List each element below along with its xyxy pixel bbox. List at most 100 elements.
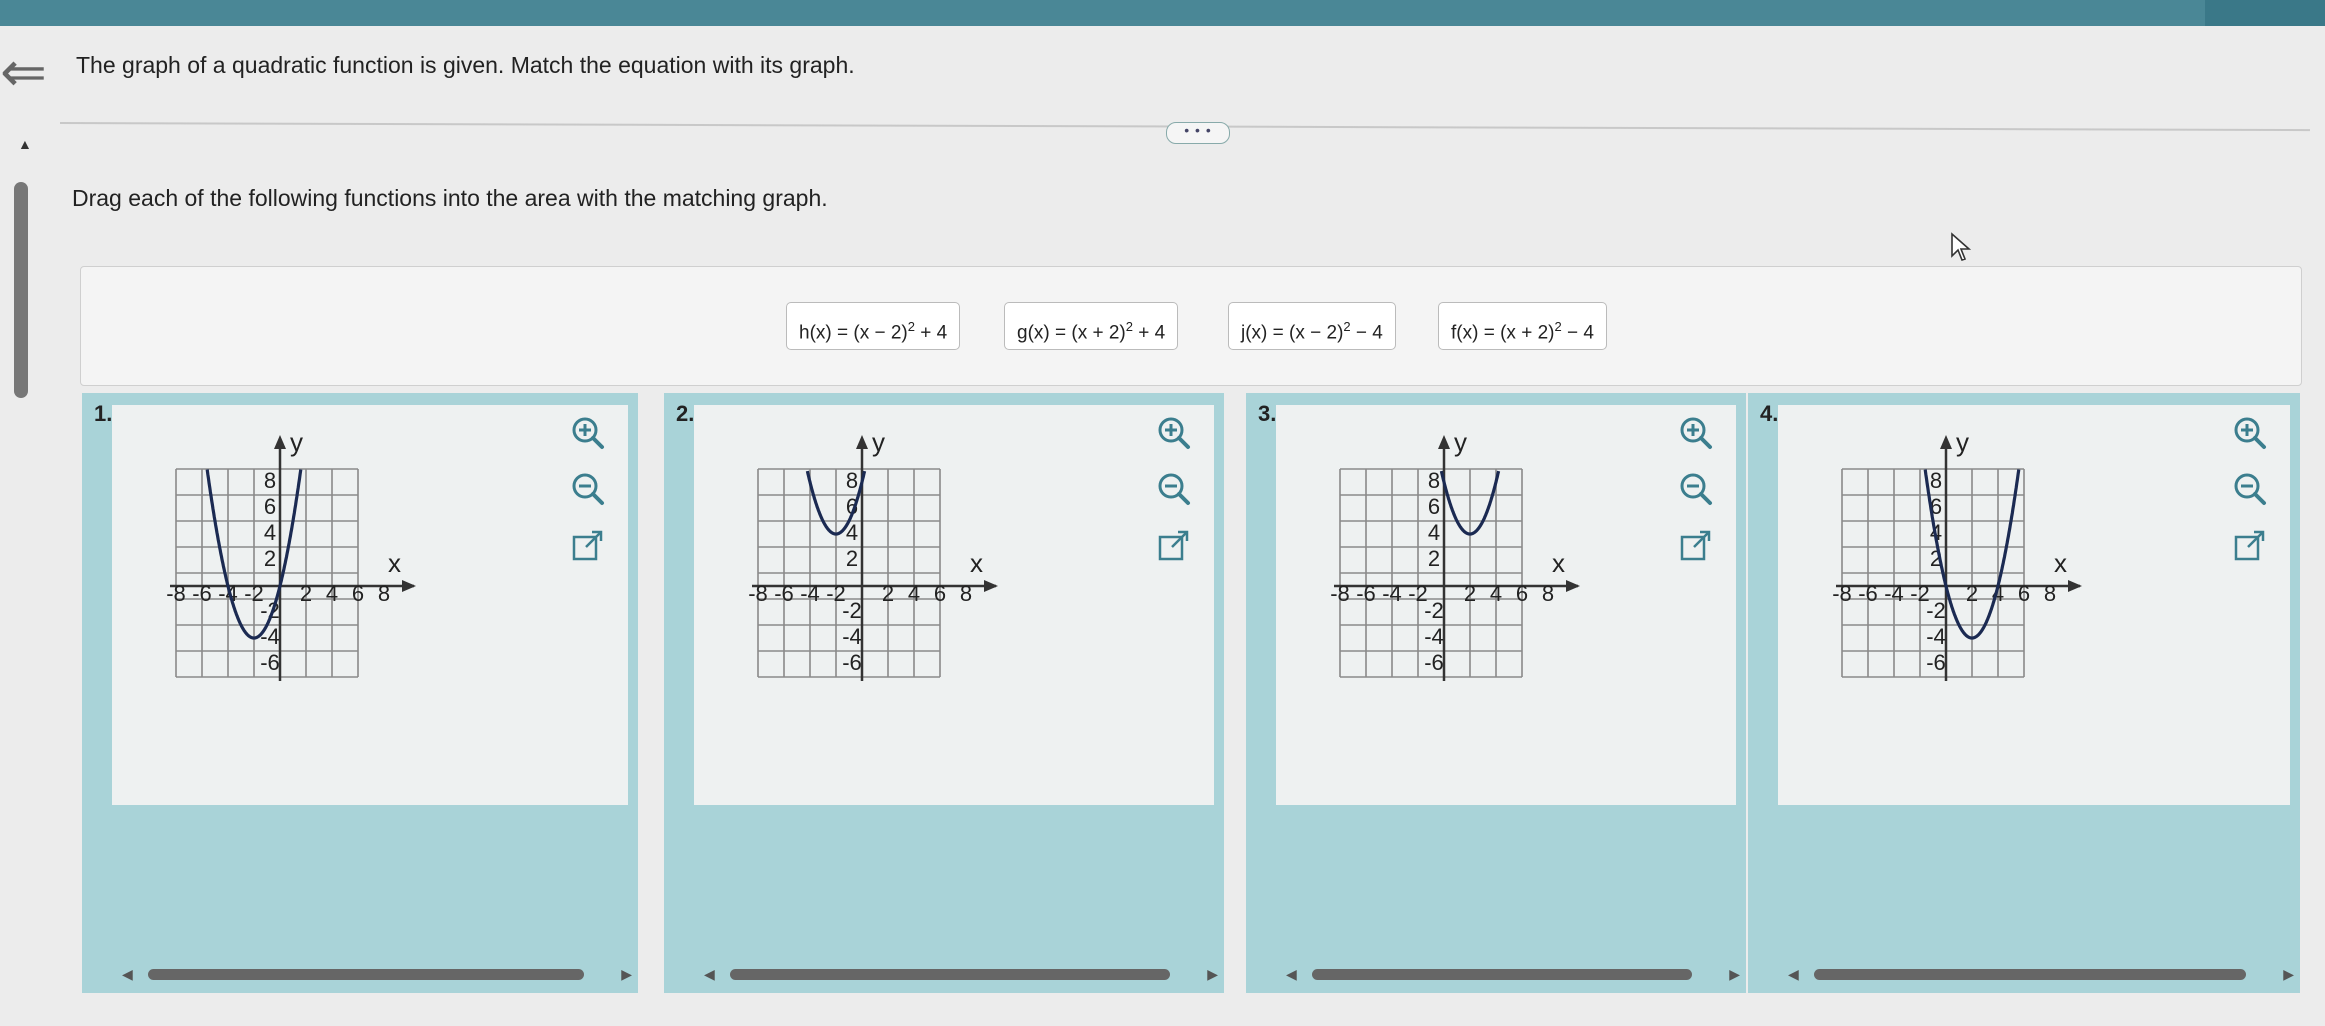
y-tick-label: -2 (1424, 598, 1444, 623)
y-tick-label: -6 (260, 650, 280, 675)
x-tick-label: 6 (1516, 581, 1528, 606)
expand-icon[interactable] (1154, 527, 1194, 567)
zoom-in-icon[interactable] (1154, 413, 1194, 453)
y-tick-label: 2 (846, 546, 858, 571)
x-tick-label: -4 (1382, 581, 1402, 606)
expand-icon[interactable] (568, 527, 608, 567)
horizontal-scrollbar[interactable]: ◀ ▶ (1286, 965, 1740, 983)
y-tick-label: 6 (1428, 494, 1440, 519)
vertical-scrollbar[interactable] (14, 182, 28, 398)
x-tick-label: -8 (1832, 581, 1852, 606)
x-tick-label: 6 (934, 581, 946, 606)
x-axis-label: x (1552, 548, 1565, 578)
scroll-left-icon[interactable]: ◀ (122, 965, 133, 983)
x-tick-label: 6 (352, 581, 364, 606)
x-tick-label: 2 (1966, 581, 1978, 606)
x-tick-label: 2 (300, 581, 312, 606)
x-tick-label: -4 (800, 581, 820, 606)
graph-number: 4. (1760, 401, 1779, 426)
y-tick-label: -6 (1926, 650, 1946, 675)
x-tick-label: 4 (326, 581, 338, 606)
y-tick-label: 4 (264, 520, 276, 545)
scroll-thumb[interactable] (1814, 969, 2246, 980)
y-tick-label: -2 (842, 598, 862, 623)
x-axis-label: x (2054, 548, 2067, 578)
y-tick-label: 8 (1428, 468, 1440, 493)
x-axis-label: x (388, 548, 401, 578)
x-axis-label: x (970, 548, 983, 578)
scroll-thumb[interactable] (730, 969, 1170, 980)
zoom-in-icon[interactable] (568, 413, 608, 453)
y-tick-label: 2 (264, 546, 276, 571)
x-tick-label: -6 (1858, 581, 1878, 606)
expand-icon[interactable] (2230, 527, 2270, 567)
scroll-left-icon[interactable]: ◀ (704, 965, 715, 983)
scroll-thumb[interactable] (148, 969, 584, 980)
graph-panel-4[interactable]: 4. x y -8 -6 -4 -2 2 4 6 8 8 6 4 2 -2 -4 -6 ◀ ▶ (1748, 393, 2300, 993)
scroll-left-icon[interactable]: ◀ (1286, 965, 1297, 983)
nav-arrow-icon[interactable]: ⇐ (0, 44, 47, 100)
horizontal-scrollbar[interactable]: ◀ ▶ (704, 965, 1218, 983)
y-tick-label: -4 (842, 624, 862, 649)
y-tick-label: 8 (846, 468, 858, 493)
cursor-icon (1951, 232, 1972, 261)
y-tick-label: 4 (1428, 520, 1440, 545)
instruction-text: Drag each of the following functions int… (72, 185, 828, 211)
graph-number: 3. (1258, 401, 1277, 426)
x-tick-label: -8 (1330, 581, 1350, 606)
x-tick-label: -6 (774, 581, 794, 606)
y-axis-label: y (872, 427, 885, 457)
graph-panel-2[interactable]: 2. x y -8 -6 -4 -2 2 4 6 8 8 6 4 2 -2 -4 -6 ◀ ▶ (664, 393, 1224, 993)
y-tick-label: 8 (264, 468, 276, 493)
x-tick-label: -6 (192, 581, 212, 606)
parabola-graph: xy-8 -6 -4 -2 2 4 6 88642-2-4-6 (1330, 427, 1580, 681)
zoom-out-icon[interactable] (1154, 469, 1194, 509)
scroll-right-icon[interactable]: ▶ (621, 965, 632, 983)
x-tick-label: -4 (1884, 581, 1904, 606)
expand-icon[interactable] (1676, 527, 1716, 567)
x-tick-label: -8 (748, 581, 768, 606)
x-tick-label: -8 (166, 581, 186, 606)
scroll-thumb[interactable] (1312, 969, 1692, 980)
y-tick-label: 6 (264, 494, 276, 519)
top-bar (0, 0, 2325, 26)
chip-f[interactable]: f(x) = (x + 2)2 − 4 (1438, 302, 1607, 350)
y-axis-label: y (1956, 427, 1969, 457)
zoom-in-icon[interactable] (2230, 413, 2270, 453)
x-tick-label: 8 (960, 581, 972, 606)
parabola-graph: xy-8 -6 -4 -2 2 4 6 88642-2-4-6 (1832, 427, 2082, 681)
zoom-out-icon[interactable] (568, 469, 608, 509)
scroll-left-icon[interactable]: ◀ (1788, 965, 1799, 983)
y-axis-label: y (290, 427, 303, 457)
graph-panel-1[interactable]: 1. x y -8 -6 -4 -2 2 4 6 8 8 6 4 2 -2 -4 -6 ◀ ▶ (82, 393, 638, 993)
zoom-out-icon[interactable] (1676, 469, 1716, 509)
scroll-up-icon[interactable]: ▲ (18, 136, 32, 152)
horizontal-scrollbar[interactable]: ◀ ▶ (1788, 965, 2294, 983)
scroll-right-icon[interactable]: ▶ (2283, 965, 2294, 983)
parabola-graph: xy-8 -6 -4 -2 2 4 6 88642-2-4-6 (748, 427, 998, 681)
y-tick-label: -6 (1424, 650, 1444, 675)
chip-g[interactable]: g(x) = (x + 2)2 + 4 (1004, 302, 1179, 350)
graph-panel-3[interactable]: 3. x y -8 -6 -4 -2 2 4 6 8 8 6 4 2 -2 -4 -6 ◀ ▶ (1246, 393, 1746, 993)
x-tick-label: 8 (378, 581, 390, 606)
x-tick-label: 4 (908, 581, 920, 606)
x-tick-label: 6 (2018, 581, 2030, 606)
graph-number: 1. (94, 401, 113, 426)
question-text: The graph of a quadratic function is giv… (76, 52, 855, 78)
horizontal-scrollbar[interactable]: ◀ ▶ (122, 965, 632, 983)
zoom-out-icon[interactable] (2230, 469, 2270, 509)
function-tray[interactable] (80, 266, 2302, 386)
zoom-in-icon[interactable] (1676, 413, 1716, 453)
y-tick-label: 2 (1428, 546, 1440, 571)
more-button[interactable]: • • • (1166, 122, 1230, 144)
parabola-graph: xy-8 -6 -4 -2 2 4 6 88642-2-4-6 (166, 427, 416, 681)
x-tick-label: -6 (1356, 581, 1376, 606)
x-tick-label: 8 (1542, 581, 1554, 606)
chip-j[interactable]: j(x) = (x − 2)2 − 4 (1228, 302, 1396, 350)
scroll-right-icon[interactable]: ▶ (1729, 965, 1740, 983)
top-bar-corner (2205, 0, 2325, 26)
graph-number: 2. (676, 401, 695, 426)
y-tick-label: -2 (1926, 598, 1946, 623)
scroll-right-icon[interactable]: ▶ (1207, 965, 1218, 983)
chip-h[interactable]: h(x) = (x − 2)2 + 4 (786, 302, 961, 350)
